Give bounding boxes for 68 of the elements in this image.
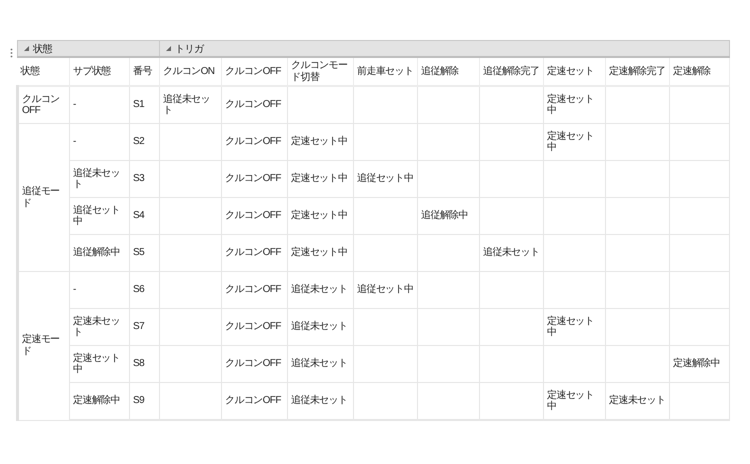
table-cell: 定速セット中 (291, 210, 348, 222)
table-cell: 追従セット中 (357, 173, 414, 184)
table-cell: - (70, 86, 130, 124)
collapse-icon[interactable] (166, 46, 172, 51)
table-cell: 追従セット中 (70, 198, 130, 234)
table-cell: 定速セット中 (547, 316, 594, 338)
band-title: トリガ (175, 42, 204, 56)
column-header[interactable]: クルコンモード切替 (288, 57, 354, 86)
table-cell: クルコンOFF (225, 247, 281, 258)
column-header[interactable]: 追従解除完了 (480, 57, 544, 86)
band-header[interactable]: トリガ (160, 40, 730, 57)
table-cell: S5 (130, 234, 160, 272)
table-cell: - (70, 272, 130, 308)
table-cell: クルコンOFF (225, 136, 281, 148)
table-cell: 追従未セット (291, 395, 348, 406)
column-header[interactable]: 番号 (130, 57, 160, 86)
column-header[interactable]: 定速セット (544, 57, 606, 86)
table-cell: S6 (130, 272, 160, 308)
table-cell: 定速セット中 (547, 130, 594, 153)
table-cell: 追従解除中 (70, 234, 130, 272)
table-cell: クルコンOFF (225, 210, 281, 222)
grip-icon[interactable] (10, 48, 13, 58)
table-cell: クルコンOFF (225, 99, 281, 110)
table-cell: 追従未セット (483, 247, 540, 258)
table-cell: クルコンOFF (18, 86, 70, 124)
table-cell: S3 (130, 160, 160, 198)
band-header[interactable]: 状態 (18, 40, 160, 57)
table-cell: 追従未セット (291, 321, 348, 332)
table-cell: S9 (130, 382, 160, 420)
column-header[interactable]: 追従解除 (418, 57, 480, 86)
table-cell: 定速モード (18, 272, 70, 420)
table-cell: S4 (130, 198, 160, 234)
table-cell: 定速未セット (70, 308, 130, 346)
table-cell: 定速未セット (609, 395, 666, 406)
collapse-icon[interactable] (24, 46, 29, 51)
column-header[interactable]: クルコンOFF (222, 57, 288, 86)
table-cell: 定速セット中 (547, 390, 594, 412)
table-cell: S8 (130, 346, 160, 382)
table-cell: 定速セット中 (291, 247, 348, 258)
table-cell: 定速セット中 (291, 173, 348, 184)
table-cell: S7 (130, 308, 160, 346)
table-cell: 追従セット中 (357, 284, 414, 296)
column-header[interactable]: サブ状態 (70, 57, 130, 86)
table-cell: 追従未セット (291, 284, 348, 296)
table-cell: クルコンOFF (225, 321, 281, 332)
table-cell: 定速セット中 (547, 94, 594, 116)
table-cell: 定速解除中 (70, 382, 130, 420)
table-cell: クルコンOFF (225, 395, 281, 406)
table-cell: 追従未セット (163, 94, 210, 116)
band-title: 状態 (33, 42, 52, 56)
column-header[interactable]: 前走車セット (354, 57, 418, 86)
table-cell: 追従解除中 (421, 210, 468, 222)
table-cell: 追従未セット (291, 358, 348, 370)
table-cell: クルコンOFF (225, 173, 281, 184)
column-header[interactable]: クルコンON (160, 57, 222, 86)
table-cell: S2 (130, 124, 160, 160)
table-cell: 追従未セット (70, 160, 130, 198)
table-cell: 定速セット中 (70, 346, 130, 382)
table-cell: クルコンOFF (225, 358, 281, 370)
column-header[interactable]: 状態 (18, 57, 70, 86)
table-cell: - (70, 124, 130, 160)
table-cell: 定速解除中 (673, 358, 720, 370)
table-cell: 定速セット中 (291, 136, 348, 148)
table-cell: S1 (130, 86, 160, 124)
table-cell: クルコンOFF (225, 284, 281, 296)
column-header[interactable]: 定速解除 (670, 57, 730, 86)
column-header[interactable]: 定速解除完了 (606, 57, 670, 86)
table-cell: 追従モード (18, 124, 70, 272)
